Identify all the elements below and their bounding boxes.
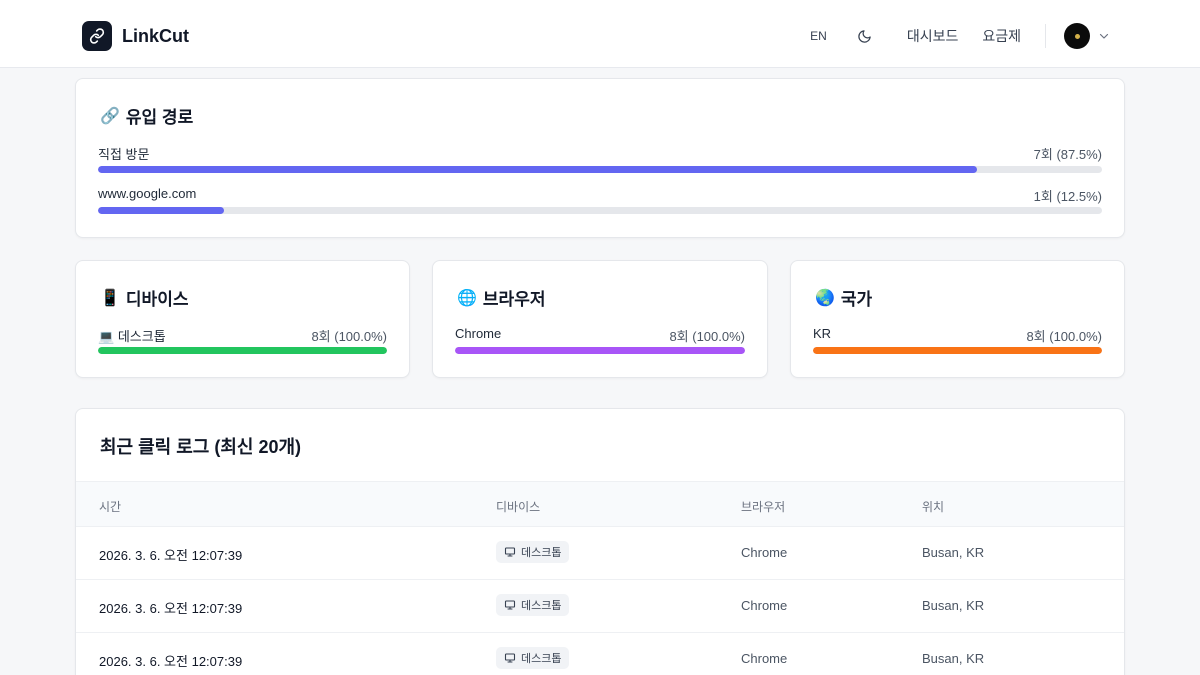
cell-time: 2026. 3. 6. 오전 12:07:39	[99, 654, 243, 669]
moon-icon[interactable]	[857, 28, 873, 44]
cell-browser: Chrome	[741, 598, 788, 613]
referrer-bar-fill	[98, 207, 224, 214]
click-log-title: 최근 클릭 로그 (최신 20개)	[100, 437, 302, 457]
laptop-icon: 💻	[98, 330, 115, 345]
app-name: LinkCut	[122, 25, 189, 46]
referrer-title: 🔗 유입 경로	[100, 103, 193, 128]
nav-pricing-link[interactable]: 요금제	[982, 26, 1021, 46]
nav-divider	[1045, 24, 1046, 48]
app-logo[interactable]: LinkCut	[82, 21, 189, 51]
device-badge: 데스크톱	[496, 594, 570, 616]
globe-icon: 🌐	[457, 288, 477, 307]
language-toggle[interactable]: EN	[810, 29, 827, 43]
table-header: 시간 디바이스 브라우저 위치	[76, 481, 1124, 527]
cell-location: Busan, KR	[922, 545, 985, 560]
link-emoji-icon: 🔗	[100, 106, 120, 125]
browser-bar-fill	[455, 347, 745, 354]
column-header-device[interactable]: 디바이스	[496, 498, 540, 515]
link-icon	[82, 21, 112, 51]
device-badge: 데스크톱	[496, 541, 570, 563]
referrer-bar-fill	[98, 166, 977, 173]
device-label: 💻 데스크톱	[98, 326, 166, 345]
referrer-title-text: 유입 경로	[125, 108, 194, 127]
device-bar-fill	[98, 347, 387, 354]
table-row: 2026. 3. 6. 오전 12:07:39 데스크톱 Chrome Busa…	[76, 527, 1124, 580]
cell-location: Busan, KR	[922, 651, 985, 666]
device-badge-text: 데스크톱	[521, 547, 562, 559]
country-label: KR	[813, 326, 832, 341]
browser-label: Chrome	[455, 326, 502, 341]
device-title-text: 디바이스	[125, 290, 189, 309]
cell-browser: Chrome	[741, 651, 788, 666]
globe-asia-icon: 🌏	[815, 288, 835, 307]
top-navigation-bar: LinkCut EN 대시보드 요금제	[0, 0, 1200, 68]
country-card: 🌏 국가 KR 8회 (100.0%)	[790, 260, 1125, 378]
device-card: 📱 디바이스 💻 데스크톱 8회 (100.0%)	[75, 260, 410, 378]
referrer-bar-track	[98, 166, 1102, 173]
device-label-text: 데스크톱	[117, 329, 166, 344]
country-title: 🌏 국가	[815, 285, 872, 310]
table-row: 2026. 3. 6. 오전 12:07:39 데스크톱 Chrome Busa…	[76, 633, 1124, 675]
browser-bar-track	[455, 347, 745, 354]
browser-title-text: 브라우저	[482, 290, 546, 309]
cell-location: Busan, KR	[922, 598, 985, 613]
chevron-down-icon[interactable]	[1098, 30, 1110, 42]
column-header-time[interactable]: 시간	[99, 498, 121, 515]
referrer-label: www.google.com	[98, 186, 197, 201]
referrer-bar-track	[98, 207, 1102, 214]
table-row: 2026. 3. 6. 오전 12:07:39 데스크톱 Chrome Busa…	[76, 580, 1124, 633]
device-badge: 데스크톱	[496, 647, 570, 669]
browser-card: 🌐 브라우저 Chrome 8회 (100.0%)	[432, 260, 768, 378]
header-nav: EN 대시보드 요금제	[810, 22, 1110, 50]
device-value: 8회 (100.0%)	[311, 329, 387, 344]
avatar[interactable]	[1064, 23, 1090, 49]
country-bar-fill	[813, 347, 1102, 354]
device-bar-track	[98, 347, 387, 354]
click-log-card: 최근 클릭 로그 (최신 20개) 시간 디바이스 브라우저 위치 2026. …	[75, 408, 1125, 675]
cell-time: 2026. 3. 6. 오전 12:07:39	[99, 601, 243, 616]
device-badge-text: 데스크톱	[521, 600, 562, 612]
mobile-phone-icon: 📱	[100, 288, 120, 307]
referrer-value: 7회 (87.5%)	[1033, 147, 1102, 162]
cell-browser: Chrome	[741, 545, 788, 560]
country-title-text: 국가	[840, 290, 873, 309]
cell-time: 2026. 3. 6. 오전 12:07:39	[99, 548, 243, 563]
column-header-browser[interactable]: 브라우저	[741, 498, 785, 515]
monitor-icon	[504, 653, 516, 663]
column-header-location[interactable]: 위치	[922, 498, 944, 515]
referrer-label: 직접 방문	[98, 147, 150, 162]
monitor-icon	[504, 547, 516, 557]
browser-title: 🌐 브라우저	[457, 285, 545, 310]
referrer-value: 1회 (12.5%)	[1033, 189, 1102, 204]
device-badge-text: 데스크톱	[521, 653, 562, 665]
monitor-icon	[504, 600, 516, 610]
nav-dashboard-link[interactable]: 대시보드	[907, 26, 959, 46]
referrer-card: 🔗 유입 경로 직접 방문 7회 (87.5%) www.google.com …	[75, 78, 1125, 238]
device-title: 📱 디바이스	[100, 285, 188, 310]
browser-value: 8회 (100.0%)	[669, 329, 745, 344]
country-bar-track	[813, 347, 1102, 354]
country-value: 8회 (100.0%)	[1026, 329, 1102, 344]
